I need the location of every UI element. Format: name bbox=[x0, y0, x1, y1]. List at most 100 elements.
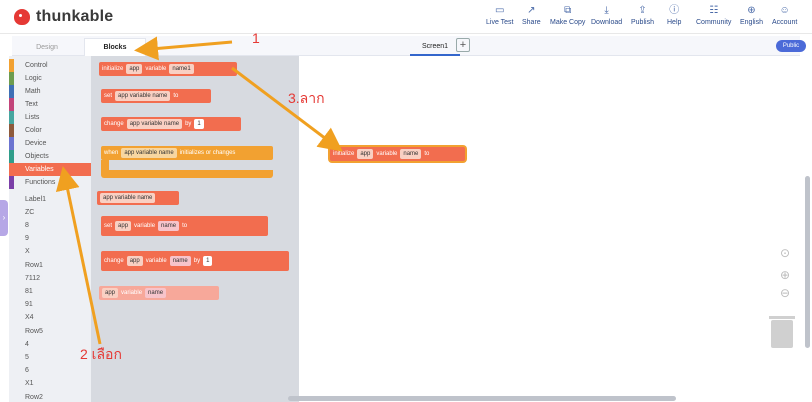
component-item[interactable]: 8 bbox=[25, 222, 29, 229]
make-copy-button[interactable]: ⧉ Make Copy bbox=[550, 5, 585, 31]
component-item[interactable]: 7112 bbox=[25, 275, 40, 282]
annotation-step-1: 1 bbox=[252, 30, 260, 46]
component-item[interactable]: 5 bbox=[25, 354, 29, 361]
change-app-variable-block[interactable]: change app variable name by 1 bbox=[101, 251, 289, 271]
community-button[interactable]: ☷ Community bbox=[696, 5, 731, 31]
component-item[interactable]: ZC bbox=[25, 209, 34, 216]
category-logic[interactable]: Logic bbox=[9, 72, 91, 85]
category-lists[interactable]: Lists bbox=[9, 111, 91, 124]
zoom-in-icon[interactable]: ⊕ bbox=[777, 268, 793, 282]
recenter-icon[interactable]: ⊙ bbox=[777, 246, 793, 260]
component-item[interactable]: Row2 bbox=[25, 394, 43, 401]
scope-dropdown[interactable]: app bbox=[126, 64, 143, 74]
category-color-swatch bbox=[9, 163, 14, 176]
category-device[interactable]: Device bbox=[9, 137, 91, 150]
download-icon: ⤓ bbox=[604, 5, 609, 16]
category-color-swatch bbox=[9, 137, 14, 150]
globe-icon: ⊕ bbox=[747, 5, 756, 16]
component-item[interactable]: 4 bbox=[25, 341, 29, 348]
variable-dropdown[interactable]: app variable name bbox=[126, 119, 183, 129]
when-variable-changes-block[interactable]: when app variable name initializes or ch… bbox=[101, 146, 273, 160]
variable-name-field[interactable]: name bbox=[400, 149, 422, 159]
component-item[interactable]: 9 bbox=[25, 235, 29, 242]
category-text[interactable]: Text bbox=[9, 98, 91, 111]
text-input[interactable]: name bbox=[145, 288, 167, 298]
when-block-footer bbox=[101, 170, 273, 178]
account-button[interactable]: ☺ Account bbox=[772, 5, 797, 31]
live-test-button[interactable]: ▭ Live Test bbox=[486, 5, 514, 31]
variable-dropdown[interactable]: app variable name bbox=[121, 148, 177, 158]
block-categories-panel: Control Logic Math Text Lists Color Devi… bbox=[9, 56, 91, 402]
component-item[interactable]: X4 bbox=[25, 314, 34, 321]
scope-dropdown[interactable]: app bbox=[102, 288, 119, 298]
share-icon: ↗ bbox=[527, 5, 536, 16]
category-functions[interactable]: Functions bbox=[9, 176, 91, 189]
vertical-scrollbar[interactable] bbox=[805, 176, 810, 348]
trash-icon[interactable] bbox=[769, 316, 795, 348]
scope-dropdown[interactable]: app bbox=[357, 149, 374, 159]
annotation-step-3: 3.ลาก bbox=[288, 90, 325, 106]
component-item[interactable]: X bbox=[25, 248, 30, 255]
category-objects[interactable]: Objects bbox=[9, 150, 91, 163]
variable-dropdown[interactable]: app variable name bbox=[115, 91, 171, 101]
publish-button[interactable]: ⇪ Publish bbox=[631, 5, 654, 31]
brand-name: thunkable bbox=[36, 8, 114, 25]
category-control[interactable]: Control bbox=[9, 59, 91, 72]
tab-design[interactable]: Design bbox=[12, 38, 82, 56]
help-icon: ⓘ bbox=[669, 5, 680, 16]
category-color[interactable]: Color bbox=[9, 124, 91, 137]
component-item[interactable]: X1 bbox=[25, 380, 34, 387]
category-math[interactable]: Math bbox=[9, 85, 91, 98]
public-badge[interactable]: Public bbox=[776, 40, 806, 52]
change-variable-block[interactable]: change app variable name by 1 bbox=[101, 117, 241, 131]
initialize-variable-block[interactable]: initialize app variable name1 bbox=[99, 62, 237, 76]
set-variable-block[interactable]: set app variable name to bbox=[101, 89, 211, 103]
download-button[interactable]: ⤓ Download bbox=[591, 5, 622, 31]
blocks-flyout: initialize app variable name1 set app va… bbox=[91, 56, 299, 402]
category-color-swatch bbox=[9, 59, 14, 72]
category-variables[interactable]: Variables bbox=[9, 163, 91, 176]
category-color-swatch bbox=[9, 124, 14, 137]
avatar-icon: ☺ bbox=[779, 5, 790, 16]
thunkable-logo-icon bbox=[14, 9, 30, 25]
scope-dropdown[interactable]: app bbox=[115, 221, 132, 231]
component-item[interactable]: Row5 bbox=[25, 328, 43, 335]
category-color-swatch bbox=[9, 98, 14, 111]
category-color-swatch bbox=[9, 150, 14, 163]
expand-panel-handle[interactable]: › bbox=[0, 200, 8, 236]
category-color-swatch bbox=[9, 72, 14, 85]
tab-screen1[interactable]: Screen1 bbox=[410, 38, 460, 56]
dragged-initialize-block[interactable]: initialize app variable name to bbox=[330, 147, 465, 161]
number-input[interactable]: 1 bbox=[194, 119, 204, 129]
get-variable-block[interactable]: app variable name bbox=[97, 191, 179, 205]
component-item[interactable]: 81 bbox=[25, 288, 33, 295]
editor-tabs: Design Blocks Screen1 + Public bbox=[12, 36, 806, 56]
component-item[interactable]: Row1 bbox=[25, 262, 43, 269]
help-button[interactable]: ⓘ Help bbox=[667, 5, 681, 31]
publish-icon: ⇪ bbox=[638, 5, 647, 16]
horizontal-scrollbar[interactable] bbox=[288, 396, 676, 401]
language-button[interactable]: ⊕ English bbox=[740, 5, 763, 31]
add-screen-button[interactable]: + bbox=[456, 38, 470, 52]
set-app-variable-block[interactable]: set app variable name to bbox=[101, 216, 268, 236]
component-item[interactable]: 91 bbox=[25, 301, 33, 308]
zoom-out-icon[interactable]: ⊖ bbox=[777, 286, 793, 300]
variable-dropdown[interactable]: app variable name bbox=[100, 193, 156, 203]
text-input[interactable]: name bbox=[169, 256, 191, 266]
community-icon: ☷ bbox=[709, 5, 719, 16]
scope-dropdown[interactable]: app bbox=[126, 256, 143, 266]
brand-logo[interactable]: thunkable bbox=[14, 8, 113, 26]
component-item[interactable]: Label1 bbox=[25, 196, 46, 203]
get-app-variable-block[interactable]: app variable name bbox=[99, 286, 219, 300]
component-item[interactable]: 6 bbox=[25, 367, 29, 374]
annotation-step-2: 2 เลือก bbox=[80, 346, 122, 362]
share-button[interactable]: ↗ Share bbox=[522, 5, 541, 31]
category-color-swatch bbox=[9, 111, 14, 124]
number-input[interactable]: 1 bbox=[203, 256, 213, 266]
category-color-swatch bbox=[9, 85, 14, 98]
tab-blocks[interactable]: Blocks bbox=[84, 38, 146, 56]
variable-name-field[interactable]: name1 bbox=[169, 64, 194, 74]
text-input[interactable]: name bbox=[158, 221, 180, 231]
phone-icon: ▭ bbox=[495, 5, 505, 16]
copy-icon: ⧉ bbox=[564, 5, 572, 16]
